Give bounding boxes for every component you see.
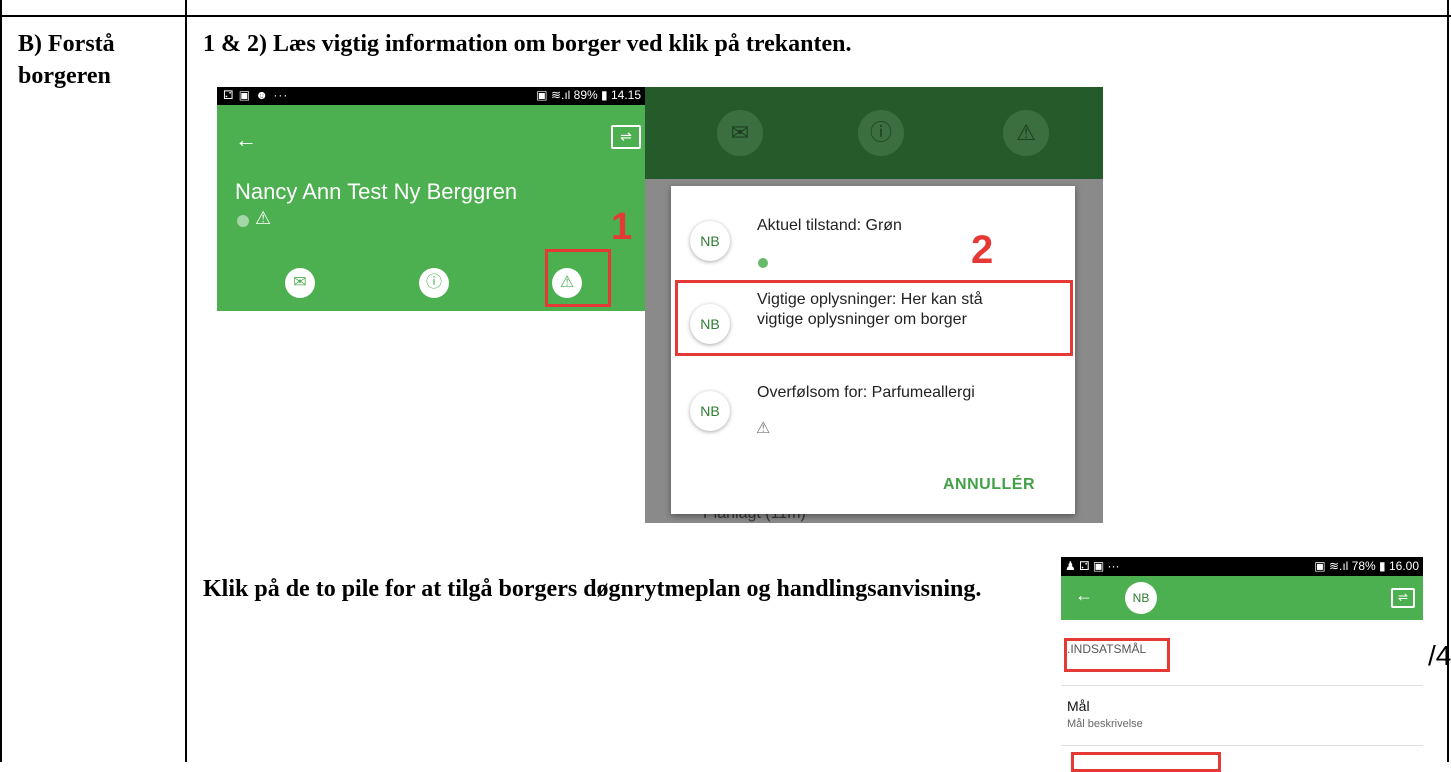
dimmed-header: ✉ ⓘ ⚠ [645,87,1103,179]
marker-number-2: 2 [971,228,994,272]
column-divider [185,0,187,762]
arrow-left-icon[interactable]: ← [235,127,257,153]
highlight-box-1 [545,249,611,307]
mail-icon: ✉ [717,110,763,156]
status-bar: ♟ ⚁ ▣ ··· ▣ ≋.ıl 78% ▮ 16.00 [1061,557,1423,576]
table-top-border [0,15,1451,17]
goal-title[interactable]: Mål [1067,698,1090,714]
citizen-name: Nancy Ann Test Ny Berggren [235,179,518,204]
dialog-item-text: Overfølsom for: Parfumeallergi [757,384,975,401]
mail-icon[interactable]: ✉ [285,268,315,298]
divider [1061,745,1423,746]
dialog-item-text: Aktuel tilstand: Grøn [757,217,902,234]
arrow-left-icon[interactable]: ← [1075,585,1093,606]
info-icon[interactable]: ⓘ [419,268,449,298]
avatar: NB [690,221,730,261]
highlight-box-4 [1071,752,1221,772]
status-dot [758,258,768,268]
status-right-info: ▣ ≋.ıl 78% ▮ 16.00 [1314,559,1419,573]
page-number-fragment: /4 [1428,640,1451,671]
warning-icon: ⚠ [255,208,272,228]
status-left-icons: ⚁ ▣ ☻ ··· [223,88,289,102]
instruction-heading-2: Klik på de to pile for at tilgå borgers … [203,576,982,602]
swap-arrows-icon[interactable]: ⇌ [611,125,641,149]
goal-description: Mål beskrivelse [1067,718,1143,730]
app-header: ← NB ⇌ [1061,576,1423,620]
marker-number-1: 1 [611,206,633,248]
instruction-heading-1: 1 & 2) Læs vigtig information om borger … [203,31,852,57]
avatar: NB [1125,582,1157,614]
status-dot [237,215,249,227]
warning-icon: ⚠ [756,420,771,437]
status-left-icons: ♟ ⚁ ▣ ··· [1065,559,1120,573]
avatar: NB [690,391,730,431]
table-left-border [0,0,2,762]
row-label: B) Forstå borgeren [18,31,115,89]
highlight-box-2 [675,280,1073,356]
cancel-button[interactable]: ANNULLÉR [943,476,1035,494]
warning-icon: ⚠ [1003,110,1049,156]
status-bar: ⚁ ▣ ☻ ··· ▣ ≋.ıl 89% ▮ 14.15 [217,87,645,105]
divider [1061,685,1423,686]
swap-arrows-icon[interactable]: ⇌ [1391,588,1415,608]
info-icon: ⓘ [858,110,904,156]
highlight-box-3 [1064,638,1170,672]
status-right-info: ▣ ≋.ıl 89% ▮ 14.15 [536,88,641,102]
